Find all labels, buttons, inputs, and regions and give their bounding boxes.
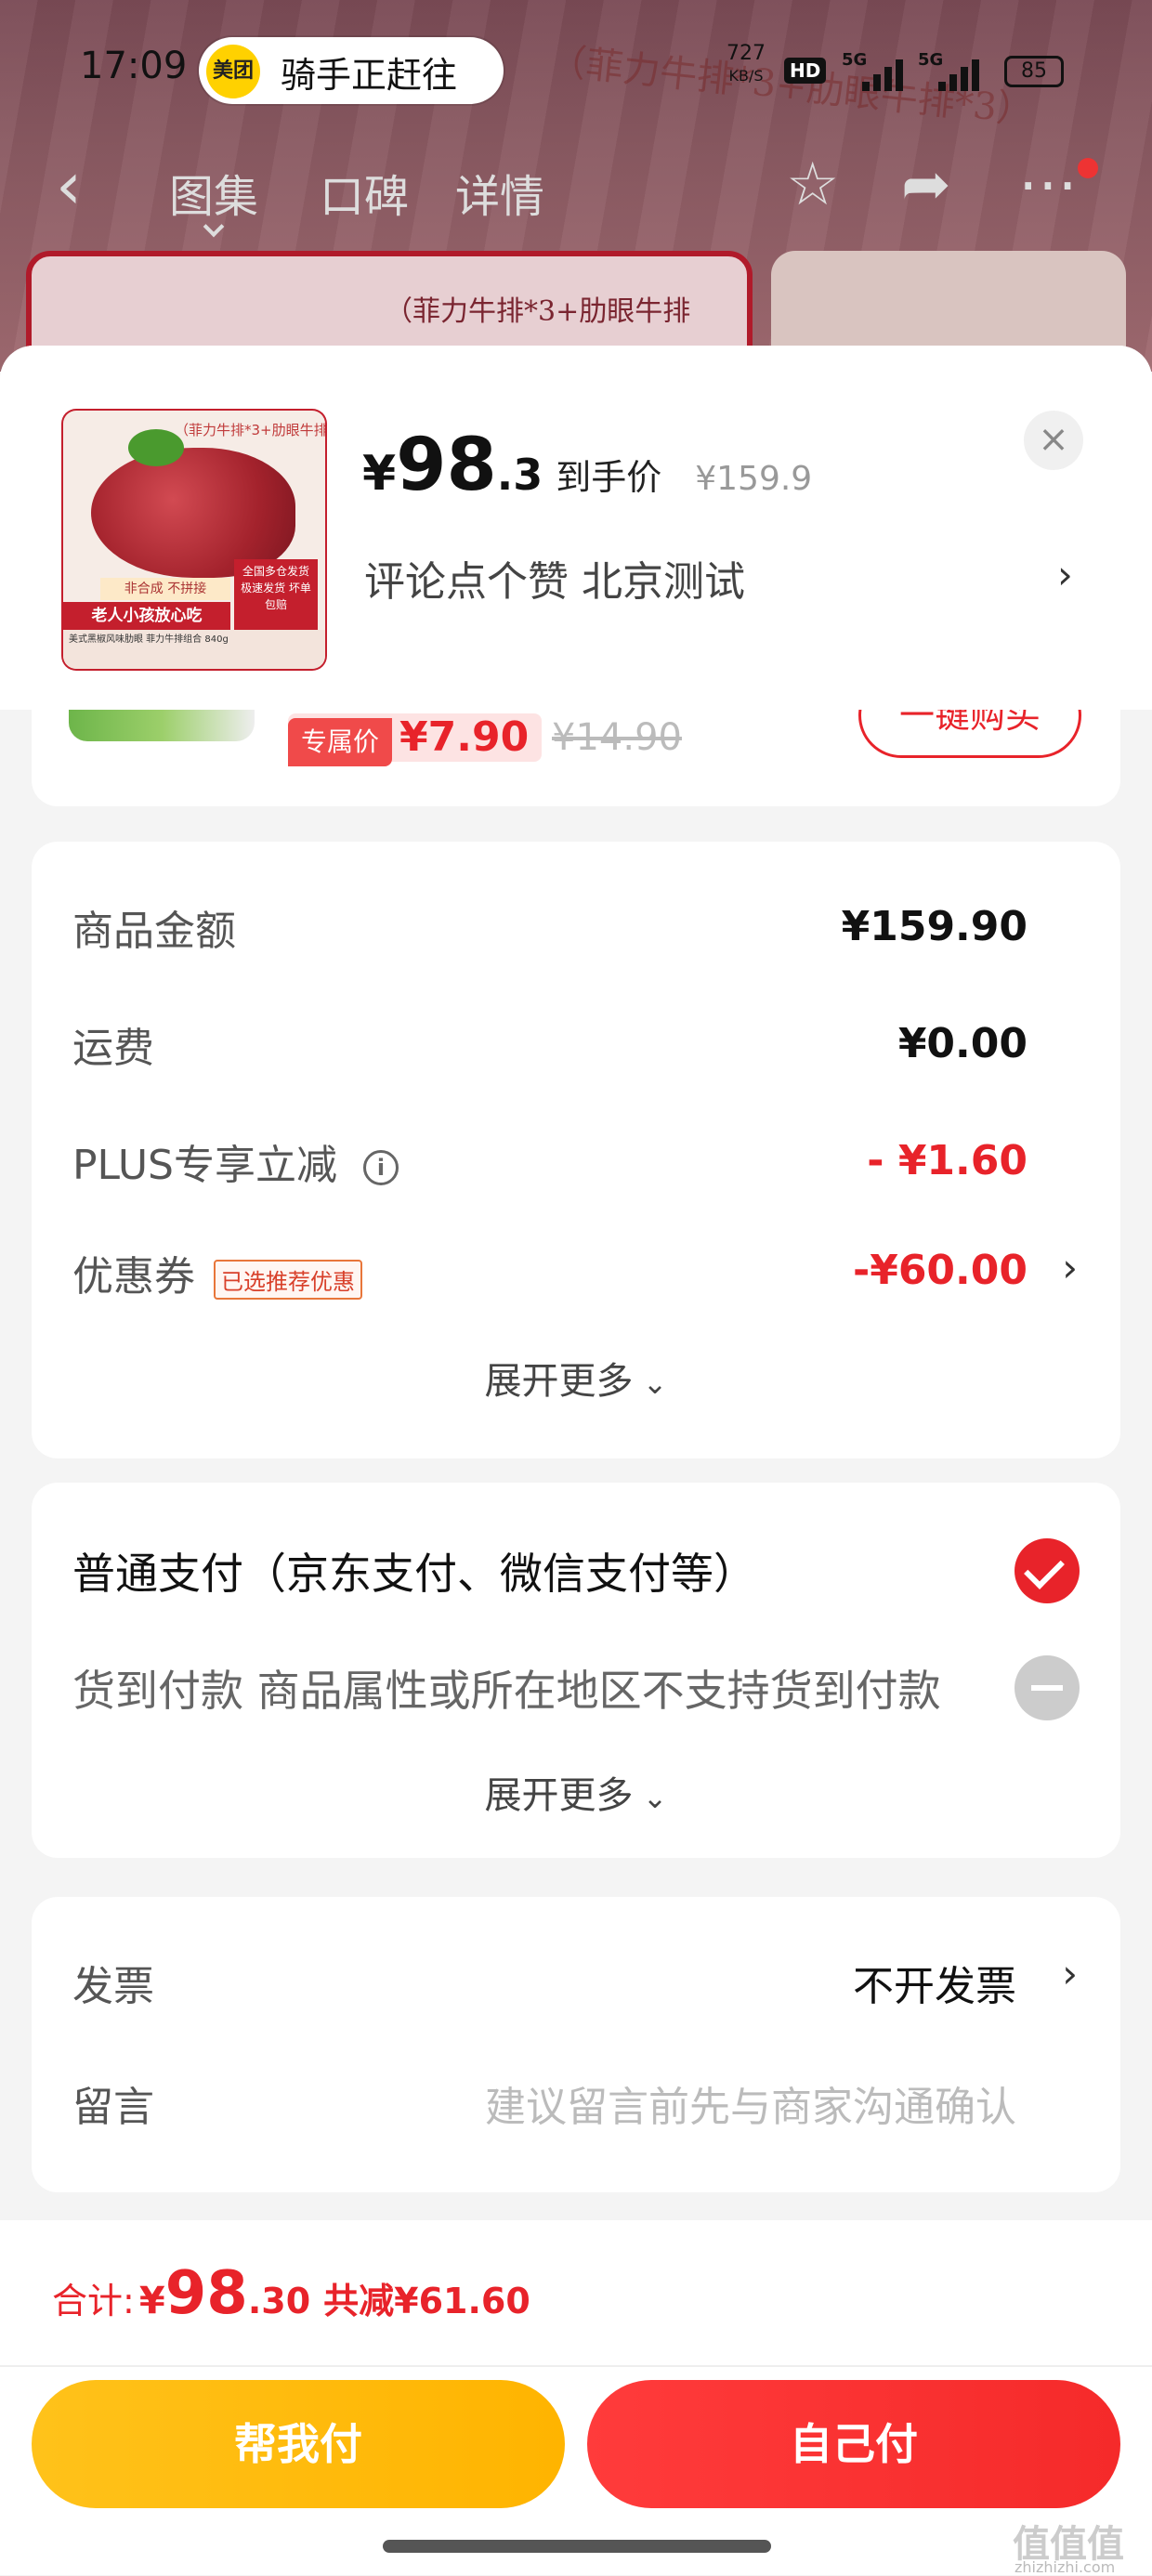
add-on-original-price: ¥14.90 (552, 716, 682, 759)
price-label: 到手价 (556, 457, 662, 498)
normal-payment-option[interactable]: 普通支付（京东支付、微信支付等） (72, 1540, 756, 1602)
total-currency: ¥ (138, 2280, 165, 2322)
network-speed-unit: KB/S (728, 67, 764, 85)
coupon-row[interactable]: 优惠券 已选推荐优惠 (72, 1243, 362, 1302)
steak-graphic (91, 448, 295, 578)
plus-discount-row: PLUS专享立减 i (72, 1131, 399, 1191)
live-activity-pill[interactable]: 美团 骑手正赶往 (199, 37, 504, 104)
final-price: ¥98.3 到手价 ¥159.9 (362, 424, 813, 507)
exclusive-price-label: 专属价 (288, 718, 393, 766)
total-saving: 共减¥61.60 (323, 2281, 530, 2321)
goods-amount-label: 商品金额 (72, 908, 236, 955)
note-input[interactable]: 建议留言前先与商家沟通确认 (485, 2073, 1016, 2133)
battery-icon: 85 (1004, 56, 1064, 87)
expand-more-button[interactable]: 展开更多 ⌄ (32, 1351, 1120, 1405)
exclusive-price-tag: 专属价 ¥7.90 (288, 713, 543, 766)
coupon-badge: 已选推荐优惠 (214, 1259, 362, 1300)
plus-discount-value: - ¥1.60 (867, 1137, 1028, 1184)
product-image: （菲力牛排*3+肋眼牛排*3） 全国多仓发货 极速发货 坏单包赔 非合成 不拼接… (63, 411, 325, 669)
status-icons: 727 KB/S HD 5G 5G 85 (721, 43, 1074, 98)
product-image-title: （菲力牛排*3+肋眼牛排*3） (175, 422, 325, 438)
tab-reviews[interactable]: 口碑 (320, 160, 409, 225)
home-indicator[interactable] (383, 2540, 771, 2553)
total-integer: 98 (164, 2259, 248, 2328)
chevron-right-icon[interactable]: › (1062, 1951, 1078, 1996)
total-decimal: .30 (247, 2281, 311, 2321)
share-icon[interactable]: ➦ (901, 150, 951, 219)
invoice-label: 发票 (72, 1963, 154, 2010)
delivery-status-text: 骑手正赶往 (281, 55, 458, 96)
sheet-header: （菲力牛排*3+肋眼牛排*3） 全国多仓发货 极速发货 坏单包赔 非合成 不拼接… (0, 346, 1152, 710)
hd-icon: HD (784, 58, 827, 84)
price-currency: ¥ (362, 446, 397, 502)
expand-more-label: 展开更多 (484, 1774, 634, 1817)
garnish-graphic (128, 429, 184, 466)
info-icon[interactable]: i (363, 1150, 399, 1185)
meituan-logo-icon: 美团 (206, 45, 260, 98)
goods-amount-value: ¥159.90 (841, 903, 1028, 950)
disabled-icon (1015, 1655, 1080, 1720)
notification-dot (1078, 158, 1098, 178)
close-icon[interactable]: × (1024, 411, 1083, 470)
tab-details[interactable]: 详情 (455, 160, 544, 225)
more-icon[interactable]: ⋯ (1018, 150, 1078, 219)
product-nav-bar: ‹ 图集 口碑 详情 ☆ ➦ ⋯ (0, 139, 1152, 242)
pay-myself-button[interactable]: 自己付 (587, 2380, 1120, 2508)
signal-bars-icon-2 (938, 59, 981, 91)
coupon-label: 优惠券 (72, 1253, 195, 1301)
chevron-down-icon: ⌄ (633, 1780, 668, 1815)
payment-method-card: 普通支付（京东支付、微信支付等） 货到付款 商品属性或所在地区不支持货到付款 展… (32, 1483, 1120, 1858)
product-image-slogan: 老人小孩放心吃 (63, 602, 230, 630)
quick-buy-button[interactable]: 一键购买 (858, 710, 1081, 758)
amount-summary-card: 商品金额 ¥159.90 运费 ¥0.00 PLUS专享立减 i - ¥1.60 … (32, 842, 1120, 1458)
signal-bars-icon (862, 59, 905, 91)
status-time: 17:09 (80, 45, 188, 87)
cash-on-delivery-option: 货到付款 商品属性或所在地区不支持货到付款 (72, 1666, 941, 1716)
network-speed: 727 KB/S (721, 43, 771, 87)
watermark-site: zhizhizhi.com (1015, 2558, 1116, 2576)
expand-more-payment-button[interactable]: 展开更多 ⌄ (32, 1765, 1120, 1819)
background-thumbnail-caption: （菲力牛排*3+肋眼牛排 (385, 295, 691, 328)
original-price: ¥159.9 (695, 460, 813, 498)
product-image-footer: 美式黑椒风味肋眼 菲力牛排组合 840g (63, 630, 325, 669)
tab-gallery[interactable]: 图集 (169, 160, 258, 225)
checkout-bottom-bar: 合计: ¥98.30 共减¥61.60 帮我付 自己付 值值值 zhizhizhi… (0, 2220, 1152, 2576)
chevron-right-icon[interactable]: › (1057, 552, 1073, 597)
shipping-value: ¥0.00 (897, 1020, 1028, 1067)
add-on-image (69, 710, 255, 741)
exclusive-price-value: ¥7.90 (399, 713, 530, 761)
product-image-band: 非合成 不拼接 (100, 578, 230, 600)
invoice-note-card: 发票 不开发票 › 留言 建议留言前先与商家沟通确认 (32, 1897, 1120, 2192)
plus-discount-label: PLUS专享立减 (72, 1142, 337, 1189)
add-on-item: 专属价 ¥7.90 ¥14.90 一键购买 (32, 710, 1120, 806)
shipping-label: 运费 (72, 1025, 154, 1072)
selected-spec[interactable]: 评论点个赞 北京测试 (364, 548, 745, 608)
help-me-pay-button[interactable]: 帮我付 (32, 2380, 565, 2508)
star-icon[interactable]: ☆ (786, 150, 839, 219)
divider (0, 2365, 1152, 2367)
chevron-left-icon[interactable]: ‹ (56, 153, 82, 218)
network-speed-value: 727 (727, 42, 766, 65)
product-image-tag: 全国多仓发货 极速发货 坏单包赔 (234, 559, 318, 634)
expand-more-label: 展开更多 (484, 1360, 634, 1403)
chevron-right-icon[interactable]: › (1062, 1245, 1078, 1290)
total-label: 合计: (52, 2281, 135, 2321)
check-selected-icon[interactable] (1015, 1538, 1080, 1603)
chevron-down-icon: ⌄ (633, 1366, 668, 1401)
status-bar: 17:09 美团 骑手正赶往 727 KB/S HD 5G 5G 85 (0, 37, 1152, 104)
price-decimal: .3 (496, 450, 543, 500)
invoice-value[interactable]: 不开发票 (853, 1953, 1016, 2012)
note-label: 留言 (72, 2084, 154, 2131)
order-total: 合计: ¥98.30 共减¥61.60 (52, 2259, 530, 2328)
price-integer: 98 (396, 424, 497, 507)
coupon-value[interactable]: -¥60.00 (853, 1247, 1028, 1294)
